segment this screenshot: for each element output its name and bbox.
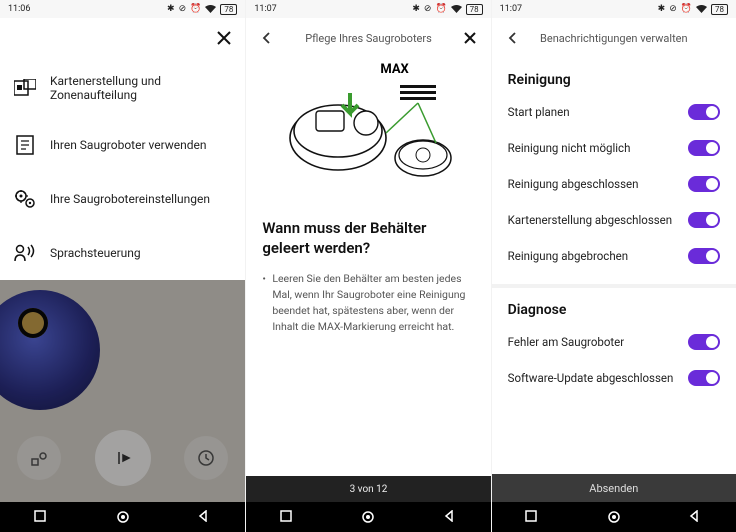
bluetooth-icon: ✱ — [412, 4, 420, 14]
header: Benachrichtigungen verwalten — [492, 18, 736, 58]
alarm-icon: ⏰ — [435, 4, 446, 14]
battery-icon: 78 — [466, 4, 483, 15]
menu-label: Kartenerstellung und Zonenaufteilung — [50, 74, 231, 102]
panel-menu: 11:06 ✱ ⊘ ⏰ 78 Kartenerstellun — [0, 0, 245, 532]
status-icons: ✱ ⊘ ⏰ 78 — [658, 4, 728, 15]
nav-recent-icon[interactable] — [280, 510, 294, 524]
status-icons: ✱ ⊘ ⏰ 78 — [167, 4, 237, 15]
toggle[interactable] — [688, 334, 720, 350]
alarm-icon: ⏰ — [190, 4, 201, 14]
status-bar: 11:06 ✱ ⊘ ⏰ 78 — [0, 0, 245, 18]
status-bar: 11:07 ✱ ⊘ ⏰ 78 — [492, 0, 736, 18]
row-error: Fehler am Saugroboter — [508, 324, 720, 360]
submit-button[interactable]: Absenden — [492, 474, 736, 502]
toggle[interactable] — [688, 212, 720, 228]
section-diagnose: Diagnose — [508, 302, 720, 318]
menu-item-voice[interactable]: Sprachsteuerung — [0, 226, 245, 280]
row-label: Fehler am Saugroboter — [508, 335, 625, 349]
status-time: 11:06 — [8, 4, 30, 14]
nav-home-icon[interactable] — [361, 510, 375, 524]
menu-item-use[interactable]: Ihren Saugroboter verwenden — [0, 118, 245, 172]
voice-icon — [14, 242, 36, 264]
alarm-icon: ⏰ — [681, 4, 692, 14]
row-label: Reinigung abgebrochen — [508, 249, 628, 263]
back-icon[interactable] — [258, 29, 276, 47]
heading: Wann muss der Behälter geleert werden? — [262, 218, 474, 259]
dnd-icon: ⊘ — [179, 4, 187, 14]
battery-icon: 78 — [220, 4, 237, 15]
nav-back-icon[interactable] — [688, 510, 702, 524]
map-icon — [14, 77, 36, 99]
row-cancelled: Reinigung abgebrochen — [508, 238, 720, 274]
bluetooth-icon: ✱ — [658, 4, 666, 14]
back-icon[interactable] — [504, 29, 522, 47]
pager-text: 3 von 12 — [350, 484, 388, 495]
wifi-icon — [696, 5, 707, 13]
header: Pflege Ihres Saugroboters — [246, 18, 490, 58]
panel-care: 11:07 ✱ ⊘ ⏰ 78 Pflege Ihres Saugroboters — [245, 0, 490, 532]
wifi-icon — [205, 5, 216, 13]
close-icon[interactable] — [215, 29, 233, 47]
menu-item-settings[interactable]: Ihre Saugrobotereinstellungen — [0, 172, 245, 226]
android-nav — [492, 502, 736, 532]
status-bar: 11:07 ✱ ⊘ ⏰ 78 — [246, 0, 490, 18]
header — [0, 18, 245, 58]
nav-home-icon[interactable] — [116, 510, 130, 524]
bullet-text: Leeren Sie den Behälter am besten jedes … — [262, 271, 474, 336]
toggle[interactable] — [688, 104, 720, 120]
android-nav — [246, 502, 490, 532]
status-time: 11:07 — [500, 4, 522, 14]
menu-label: Ihre Saugrobotereinstellungen — [50, 192, 210, 206]
menu-label: Sprachsteuerung — [50, 246, 141, 260]
document-icon — [14, 134, 36, 156]
max-text: MAX — [380, 62, 408, 77]
dnd-icon: ⊘ — [669, 4, 677, 14]
row-label: Software-Update abgeschlossen — [508, 371, 674, 385]
row-not-possible: Reinigung nicht möglich — [508, 130, 720, 166]
nav-back-icon[interactable] — [197, 510, 211, 524]
page-title: Benachrichtigungen verwalten — [522, 32, 706, 45]
android-nav — [0, 502, 245, 532]
page-title: Pflege Ihres Saugroboters — [276, 32, 460, 45]
nav-back-icon[interactable] — [443, 510, 457, 524]
gear-icon — [14, 188, 36, 210]
status-icons: ✱ ⊘ ⏰ 78 — [412, 4, 482, 15]
row-label: Kartenerstellung abgeschlossen — [508, 213, 672, 227]
content: Wann muss der Behälter geleert werden? L… — [246, 208, 490, 336]
illustration: MAX — [246, 58, 490, 208]
status-time: 11:07 — [254, 4, 276, 14]
toggle[interactable] — [688, 176, 720, 192]
battery-icon: 78 — [711, 4, 728, 15]
toggle[interactable] — [688, 370, 720, 386]
bluetooth-icon: ✱ — [167, 4, 175, 14]
row-label: Reinigung nicht möglich — [508, 141, 631, 155]
row-label: Reinigung abgeschlossen — [508, 177, 639, 191]
row-start-plan: Start planen — [508, 94, 720, 130]
nav-home-icon[interactable] — [607, 510, 621, 524]
wifi-icon — [451, 5, 462, 13]
row-complete: Reinigung abgeschlossen — [508, 166, 720, 202]
menu-label: Ihren Saugroboter verwenden — [50, 138, 207, 152]
row-map-complete: Kartenerstellung abgeschlossen — [508, 202, 720, 238]
section-cleaning: Reinigung — [508, 72, 720, 88]
menu-item-mapping[interactable]: Kartenerstellung und Zonenaufteilung — [0, 58, 245, 118]
submit-label: Absenden — [589, 482, 638, 495]
separator — [492, 284, 736, 288]
close-icon[interactable] — [461, 29, 479, 47]
row-label: Start planen — [508, 105, 570, 119]
nav-recent-icon[interactable] — [525, 510, 539, 524]
nav-recent-icon[interactable] — [34, 510, 48, 524]
panel-notifications: 11:07 ✱ ⊘ ⏰ 78 Benachrichtigungen verwal… — [491, 0, 736, 532]
dimmed-backdrop — [0, 280, 245, 532]
settings-scroll[interactable]: Reinigung Start planen Reinigung nicht m… — [492, 58, 736, 532]
toggle[interactable] — [688, 248, 720, 264]
row-sw-update: Software-Update abgeschlossen — [508, 360, 720, 396]
toggle[interactable] — [688, 140, 720, 156]
pager: 3 von 12 — [246, 476, 490, 502]
dnd-icon: ⊘ — [424, 4, 432, 14]
menu-list: Kartenerstellung und Zonenaufteilung Ihr… — [0, 58, 245, 280]
